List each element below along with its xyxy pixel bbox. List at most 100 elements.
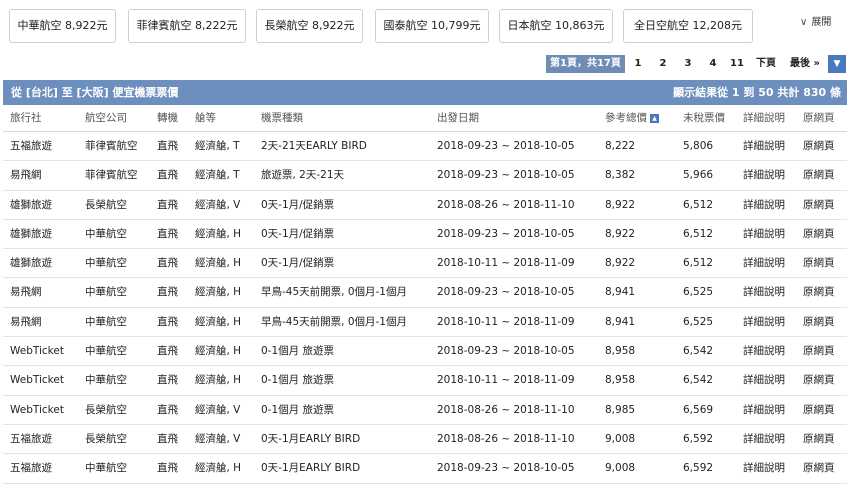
airline-chip-cathay-pacific[interactable]: 國泰航空 10,799元 — [375, 9, 489, 43]
cell-depart-date: 2018-09-23 ~ 2018-10-05 — [437, 286, 575, 299]
cell-class: 經濟艙, H — [195, 227, 242, 240]
cell-transfer: 直飛 — [157, 140, 178, 152]
cell-agency: 易飛網 — [10, 169, 42, 182]
col-header-pre-tax-price: 未稅票價 — [683, 112, 725, 124]
cell-pre-tax-price: 5,966 — [683, 169, 714, 182]
expand-label: 展開 — [811, 17, 832, 28]
page-link-2[interactable]: 2 — [657, 55, 669, 73]
table-row: 雄獅旅遊 中華航空 直飛 經濟艙, H 0天-1月/促銷票 2018-10-11 ~ 20… — [3, 249, 847, 279]
cell-airline: 中華航空 — [85, 286, 127, 299]
cell-details-link[interactable]: 詳細說明 — [743, 220, 785, 248]
table-row: 五福旅遊 長榮航空 直飛 經濟艙, V 0天-1月EARLY BIRD 2018-08-2… — [3, 425, 847, 455]
results-count: 顯示結果從 1 到 50 共計 830 條 — [673, 86, 841, 99]
cell-source-link[interactable]: 原網頁 — [803, 454, 835, 482]
cell-details-link[interactable]: 詳細說明 — [743, 278, 785, 306]
cell-agency: 雄獅旅遊 — [10, 227, 52, 240]
sort-ascending-icon[interactable]: ▲ — [650, 113, 659, 123]
cell-class: 經濟艙, H — [195, 345, 242, 358]
cell-total-price: 8,222 — [605, 140, 636, 152]
page-link-1[interactable]: 1 — [632, 55, 644, 73]
cell-pre-tax-price: 6,525 — [683, 286, 714, 299]
cell-transfer: 直飛 — [157, 286, 178, 299]
cell-airline: 長榮航空 — [85, 432, 127, 445]
cell-total-price: 8,941 — [605, 315, 636, 328]
cell-details-link[interactable]: 詳細說明 — [743, 308, 785, 336]
cell-source-link[interactable]: 原網頁 — [803, 278, 835, 306]
cell-transfer: 直飛 — [157, 403, 178, 416]
cell-details-link[interactable]: 詳細說明 — [743, 161, 785, 189]
cell-airline: 中華航空 — [85, 462, 127, 475]
results-header: 從 [台北] 至 [大阪] 便宜機票票價 顯示結果從 1 到 50 共計 830… — [3, 80, 847, 105]
next-page-link[interactable]: 下頁 — [754, 55, 778, 73]
cell-details-link[interactable]: 詳細說明 — [743, 337, 785, 365]
cell-source-link[interactable]: 原網頁 — [803, 249, 835, 277]
airline-chip-philippine-airlines[interactable]: 菲律賓航空 8,222元 — [128, 9, 246, 43]
airline-chip-ana[interactable]: 全日空航空 12,208元 — [623, 9, 753, 43]
cell-agency: 雄獅旅遊 — [10, 198, 52, 211]
cell-total-price: 9,008 — [605, 462, 636, 475]
cell-transfer: 直飛 — [157, 374, 178, 387]
cell-agency: WebTicket — [10, 345, 64, 358]
cell-source-link[interactable]: 原網頁 — [803, 308, 835, 336]
cell-details-link[interactable]: 詳細說明 — [743, 396, 785, 424]
airline-chip-china-airlines[interactable]: 中華航空 8,922元 — [9, 9, 116, 43]
expand-filters-button[interactable]: ∨ 展開 — [800, 13, 831, 28]
cell-source-link[interactable]: 原網頁 — [803, 425, 835, 453]
cell-source-link[interactable]: 原網頁 — [803, 396, 835, 424]
cell-details-link[interactable]: 詳細說明 — [743, 366, 785, 394]
cell-details-link[interactable]: 詳細說明 — [743, 249, 785, 277]
pagination: 第1頁，共17頁 1 2 3 4 11 下頁 最後 » ▼ — [0, 55, 850, 73]
col-header-total-price[interactable]: 參考總價 ▲ — [605, 105, 659, 132]
cell-airline: 中華航空 — [85, 257, 127, 270]
cell-depart-date: 2018-09-23 ~ 2018-10-05 — [437, 169, 575, 182]
cell-source-link[interactable]: 原網頁 — [803, 220, 835, 248]
page-link-4[interactable]: 4 — [707, 55, 719, 73]
cell-airline: 長榮航空 — [85, 198, 127, 211]
cell-class: 經濟艙, H — [195, 257, 242, 270]
cell-pre-tax-price: 5,806 — [683, 140, 714, 152]
table-row: 雄獅旅遊 中華航空 直飛 經濟艙, H 0天-1月/促銷票 2018-09-23 ~ 20… — [3, 220, 847, 250]
cell-details-link[interactable]: 詳細說明 — [743, 454, 785, 482]
cell-details-link[interactable]: 詳細說明 — [743, 191, 785, 219]
cell-source-link[interactable]: 原網頁 — [803, 366, 835, 394]
cell-transfer: 直飛 — [157, 462, 178, 475]
table-row: 雄獅旅遊 長榮航空 直飛 經濟艙, V 0天-1月/促銷票 2018-08-26 ~ 20… — [3, 191, 847, 220]
page-link-3[interactable]: 3 — [682, 55, 694, 73]
cell-ticket-type: 0天-1月/促銷票 — [261, 198, 335, 211]
airline-chip-japan-airlines[interactable]: 日本航空 10,863元 — [499, 9, 613, 43]
cell-details-link[interactable]: 詳細說明 — [743, 425, 785, 453]
cell-pre-tax-price: 6,592 — [683, 462, 714, 475]
cell-ticket-type: 旅遊票, 2天-21天 — [261, 169, 345, 182]
cell-details-link[interactable]: 詳細說明 — [743, 132, 785, 160]
page-link-11[interactable]: 11 — [729, 55, 745, 73]
page-dropdown-button[interactable]: ▼ — [828, 55, 846, 73]
fare-table: 旅行社 航空公司 轉機 艙等 機票種類 出發日期 參考總價 ▲ 未稅票價 詳細說明… — [3, 105, 847, 484]
cell-transfer: 直飛 — [157, 315, 178, 328]
cell-source-link[interactable]: 原網頁 — [803, 161, 835, 189]
cell-agency: 五福旅遊 — [10, 432, 52, 445]
cell-pre-tax-price: 6,512 — [683, 227, 714, 240]
cell-source-link[interactable]: 原網頁 — [803, 337, 835, 365]
cell-depart-date: 2018-10-11 ~ 2018-11-09 — [437, 374, 575, 387]
cell-pre-tax-price: 6,569 — [683, 403, 714, 416]
caret-down-icon: ▼ — [833, 59, 841, 69]
cell-pre-tax-price: 6,542 — [683, 345, 714, 358]
table-header-row: 旅行社 航空公司 轉機 艙等 機票種類 出發日期 參考總價 ▲ 未稅票價 詳細說明… — [3, 105, 847, 132]
cell-source-link[interactable]: 原網頁 — [803, 191, 835, 219]
cell-depart-date: 2018-08-26 ~ 2018-11-10 — [437, 432, 575, 445]
cell-depart-date: 2018-10-11 ~ 2018-11-09 — [437, 257, 575, 270]
col-header-ticket-type: 機票種類 — [261, 112, 303, 124]
cell-airline: 中華航空 — [85, 315, 127, 328]
col-header-source: 原網頁 — [803, 112, 835, 124]
chevron-down-icon: ∨ — [800, 17, 808, 28]
cell-depart-date: 2018-10-11 ~ 2018-11-09 — [437, 315, 575, 328]
cell-pre-tax-price: 6,525 — [683, 315, 714, 328]
table-row: WebTicket 中華航空 直飛 經濟艙, H 0-1個月 旅遊票 2018-10-11… — [3, 366, 847, 396]
cell-ticket-type: 0-1個月 旅遊票 — [261, 345, 334, 358]
airline-chip-eva-air[interactable]: 長榮航空 8,922元 — [256, 9, 363, 43]
last-page-link[interactable]: 最後 » — [786, 55, 824, 73]
cell-depart-date: 2018-08-26 ~ 2018-11-10 — [437, 403, 575, 416]
cell-source-link[interactable]: 原網頁 — [803, 132, 835, 160]
col-header-total-price-label: 參考總價 — [605, 112, 647, 124]
cell-airline: 長榮航空 — [85, 403, 127, 416]
